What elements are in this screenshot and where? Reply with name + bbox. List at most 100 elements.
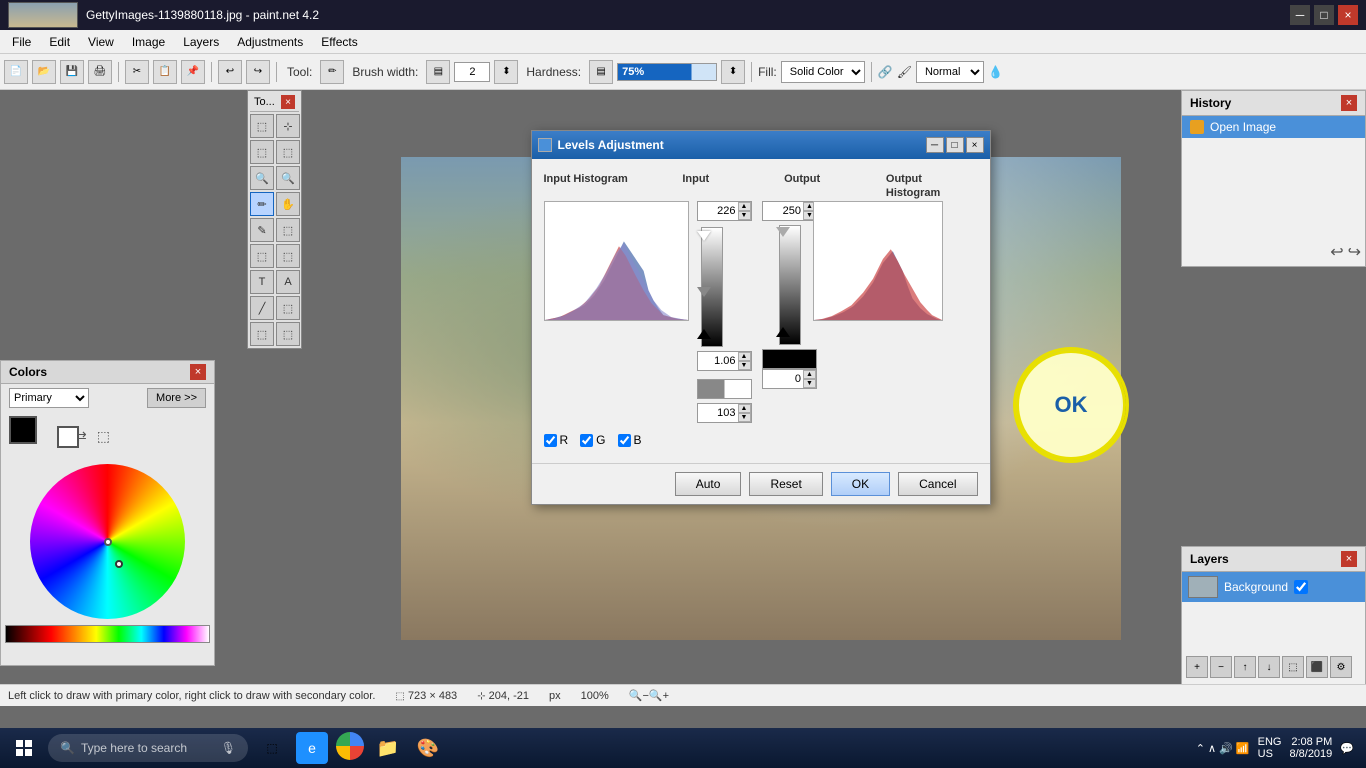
more-colors-btn[interactable]: More >> — [147, 388, 206, 408]
tool-eraser[interactable]: ⬚ — [276, 218, 300, 242]
channel-b-checkbox[interactable] — [618, 434, 631, 447]
input-gradient-bar[interactable] — [697, 227, 727, 347]
undo-btn[interactable]: ↩ — [218, 60, 242, 84]
redo-history-btn[interactable]: ↪ — [1348, 242, 1361, 262]
menu-file[interactable]: File — [4, 33, 39, 51]
hardness-bar[interactable]: 75% — [617, 63, 717, 81]
blend-select[interactable]: Normal Multiply — [916, 61, 984, 83]
input-bot-down[interactable]: ▼ — [738, 413, 751, 422]
print-btn[interactable]: 🖨 — [88, 60, 112, 84]
channel-r-checkbox[interactable] — [544, 434, 557, 447]
tool-recolor[interactable]: ⬚ — [276, 244, 300, 268]
color-wheel[interactable] — [30, 464, 185, 619]
hardness-icon[interactable]: ▤ — [589, 60, 613, 84]
secondary-color-swatch[interactable] — [57, 426, 79, 448]
brush-size-dec[interactable]: ▤ — [426, 60, 450, 84]
tool-text[interactable]: T — [250, 270, 274, 294]
tool-clone[interactable]: ⬚ — [250, 244, 274, 268]
output-top-slider[interactable] — [776, 227, 790, 237]
color-palette-strip[interactable] — [5, 625, 210, 643]
start-button[interactable] — [4, 728, 44, 768]
paste-btn[interactable]: 📌 — [181, 60, 205, 84]
input-bot-up[interactable]: ▲ — [738, 404, 751, 413]
swap-icon[interactable]: ⬚ — [97, 428, 110, 445]
layer-visible-checkbox[interactable] — [1294, 580, 1308, 594]
new-btn[interactable]: 📄 — [4, 60, 28, 84]
color-wheel-indicator[interactable] — [115, 560, 123, 568]
menu-view[interactable]: View — [80, 33, 122, 51]
dialog-maximize-btn[interactable]: □ — [946, 137, 964, 153]
menu-layers[interactable]: Layers — [175, 33, 227, 51]
channel-g-checkbox[interactable] — [580, 434, 593, 447]
input-top-value[interactable] — [698, 205, 738, 217]
tools-close-btn[interactable]: × — [281, 95, 295, 109]
menu-edit[interactable]: Edit — [41, 33, 78, 51]
task-view-btn[interactable]: ⬚ — [256, 732, 288, 764]
output-top-value[interactable] — [763, 205, 803, 217]
close-button[interactable]: × — [1338, 5, 1358, 25]
ok-btn[interactable]: OK — [831, 472, 890, 496]
layers-close-btn[interactable]: × — [1341, 551, 1357, 567]
copy-btn[interactable]: 📋 — [153, 60, 177, 84]
channel-g-check[interactable]: G — [580, 433, 605, 447]
tool-paint-bucket[interactable]: ⬚ — [276, 296, 300, 320]
tool-select-rect[interactable]: ⬚ — [250, 114, 274, 138]
reset-btn[interactable]: Reset — [749, 472, 822, 496]
cancel-btn[interactable]: Cancel — [898, 472, 977, 496]
menu-effects[interactable]: Effects — [313, 33, 365, 51]
layer-settings-btn[interactable]: ⚙ — [1330, 656, 1352, 678]
tool-pan[interactable]: ✋ — [276, 192, 300, 216]
tool-magic-wand[interactable]: ⬚ — [276, 140, 300, 164]
input-mid-value[interactable] — [698, 355, 738, 367]
menu-adjustments[interactable]: Adjustments — [229, 33, 311, 51]
chrome-btn[interactable] — [336, 732, 364, 760]
auto-btn[interactable]: Auto — [675, 472, 742, 496]
tool-pencil[interactable]: ✏ — [250, 192, 274, 216]
tool-eyedropper[interactable]: ⬚ — [276, 322, 300, 346]
paintnet-btn[interactable]: 🎨 — [412, 732, 444, 764]
color-mode-select[interactable]: Primary Secondary — [9, 388, 89, 408]
edge-btn[interactable]: e — [296, 732, 328, 764]
input-top-slider[interactable] — [697, 231, 711, 241]
input-top-up[interactable]: ▲ — [738, 202, 751, 211]
layer-item[interactable]: Background — [1182, 572, 1365, 602]
undo-history-btn[interactable]: ↩ — [1330, 242, 1343, 262]
open-btn[interactable]: 📂 — [32, 60, 56, 84]
output-gradient-bar[interactable] — [776, 225, 804, 345]
layer-up-btn[interactable]: ↑ — [1234, 656, 1256, 678]
history-item[interactable]: Open Image — [1182, 116, 1365, 138]
output-bot-up[interactable]: ▲ — [803, 370, 816, 379]
input-mid-slider[interactable] — [697, 287, 711, 297]
delete-layer-btn[interactable]: − — [1210, 656, 1232, 678]
layer-merge-btn[interactable]: ⬛ — [1306, 656, 1328, 678]
hardness-spin[interactable]: ⬍ — [721, 60, 745, 84]
file-explorer-btn[interactable]: 📁 — [372, 732, 404, 764]
maximize-button[interactable]: □ — [1314, 5, 1334, 25]
cut-btn[interactable]: ✂ — [125, 60, 149, 84]
search-bar[interactable]: 🔍 Type here to search 🎙 — [48, 734, 248, 762]
dialog-close-btn[interactable]: × — [966, 137, 984, 153]
tool-shapes[interactable]: A — [276, 270, 300, 294]
tool-move[interactable]: ⊹ — [276, 114, 300, 138]
menu-image[interactable]: Image — [124, 33, 173, 51]
input-bot-value[interactable] — [698, 407, 738, 419]
tool-selector[interactable]: ✏ — [320, 60, 344, 84]
brush-size-spin[interactable]: ⬍ — [494, 60, 518, 84]
tool-line[interactable]: ╱ — [250, 296, 274, 320]
channel-b-check[interactable]: B — [618, 433, 642, 447]
layer-dup-btn[interactable]: ⬚ — [1282, 656, 1304, 678]
brush-width-input[interactable]: 2 — [454, 62, 490, 82]
channel-r-check[interactable]: R — [544, 433, 569, 447]
layer-down-btn[interactable]: ↓ — [1258, 656, 1280, 678]
primary-color-swatch[interactable] — [9, 416, 37, 444]
dialog-minimize-btn[interactable]: ─ — [926, 137, 944, 153]
notification-btn[interactable]: 💬 — [1340, 742, 1354, 755]
tool-zoom[interactable]: 🔍 — [250, 166, 274, 190]
redo-btn[interactable]: ↪ — [246, 60, 270, 84]
input-top-down[interactable]: ▼ — [738, 211, 751, 220]
input-bot-slider[interactable] — [697, 329, 711, 339]
tool-gradient[interactable]: ⬚ — [250, 322, 274, 346]
tool-lasso[interactable]: ⬚ — [250, 140, 274, 164]
history-close-btn[interactable]: × — [1341, 95, 1357, 111]
output-bot-down[interactable]: ▼ — [803, 379, 816, 388]
